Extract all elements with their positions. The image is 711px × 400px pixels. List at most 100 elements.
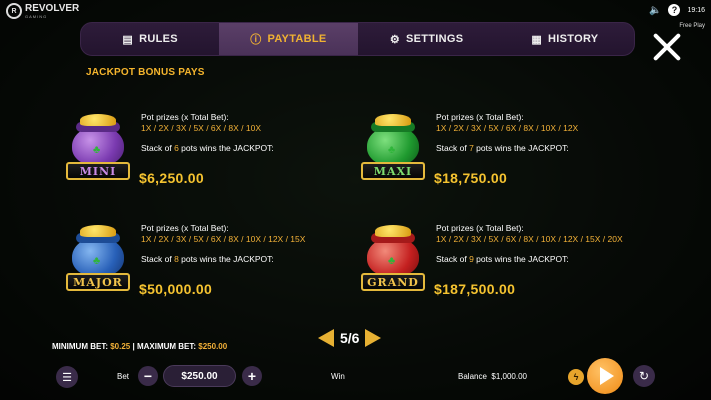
lightning-icon: ϟ: [573, 372, 579, 382]
gold-coins-icon: [80, 114, 116, 126]
jackpot-mini: ♣ MINI Pot prizes (x Total Bet): 1X / 2X…: [66, 112, 356, 202]
clover-icon: ♣: [388, 255, 396, 267]
pot-multipliers: 1X / 2X / 3X / 5X / 6X / 8X / 10X: [141, 123, 262, 133]
autoplay-icon: ↻: [638, 369, 650, 383]
tab-label: PAYTABLE: [267, 33, 327, 45]
pot-mini: ♣ MINI: [66, 112, 130, 182]
jackpot-badge: MAJOR: [66, 273, 130, 291]
free-play-label: Free Play: [679, 23, 705, 29]
tab-label: RULES: [139, 33, 178, 45]
jackpot-info: Pot prizes (x Total Bet): 1X / 2X / 3X /…: [436, 223, 656, 265]
jackpot-amount: $6,250.00: [139, 170, 204, 186]
sound-icon[interactable]: 🔈: [649, 5, 661, 16]
jackpot-info: Pot prizes (x Total Bet): 1X / 2X / 3X /…: [436, 112, 656, 154]
min-bet-label: MINIMUM BET:: [52, 342, 111, 351]
tab-settings[interactable]: ⚙ SETTINGS: [358, 23, 496, 55]
gold-coins-icon: [375, 114, 411, 126]
minus-icon: −: [143, 368, 153, 384]
stack-suffix: pots wins the JACKPOT:: [473, 254, 569, 264]
tab-label: HISTORY: [548, 33, 599, 45]
calendar-icon: ▦: [531, 33, 543, 46]
bottom-bar: ☰ Bet − $250.00 + Win Balance $1,000.00 …: [0, 358, 711, 400]
clover-icon: ♣: [388, 144, 396, 156]
pot-multipliers: 1X / 2X / 3X / 5X / 6X / 8X / 10X / 12X …: [141, 234, 306, 244]
max-bet-value: $250.00: [198, 342, 228, 351]
pot-prizes-label: Pot prizes (x Total Bet):: [141, 112, 229, 122]
status-bar: 🔈 ? 19:16: [649, 4, 705, 16]
limit-separator: |: [130, 342, 137, 351]
turbo-button[interactable]: ϟ: [568, 369, 584, 385]
jackpot-amount: $50,000.00: [139, 281, 213, 297]
stack-line: Stack of 6 pots wins the JACKPOT:: [141, 143, 361, 154]
help-icon[interactable]: ?: [668, 4, 681, 16]
min-bet-value: $0.25: [110, 342, 131, 351]
plus-icon: +: [247, 368, 257, 384]
pot-prizes-label: Pot prizes (x Total Bet):: [436, 112, 524, 122]
pot-multipliers: 1X / 2X / 3X / 5X / 6X / 8X / 10X / 12X: [436, 123, 579, 133]
gold-coins-icon: [80, 225, 116, 237]
jackpot-amount: $18,750.00: [434, 170, 508, 186]
jackpot-info: Pot prizes (x Total Bet): 1X / 2X / 3X /…: [141, 112, 361, 154]
next-page-arrow-icon[interactable]: [365, 329, 382, 347]
spin-button[interactable]: [587, 358, 623, 394]
hamburger-icon: ☰: [62, 371, 72, 384]
revolver-logo-icon: R: [6, 3, 22, 19]
clover-icon: ♣: [93, 144, 101, 156]
bet-label: Bet: [117, 372, 130, 381]
stack-prefix: Stack of: [436, 254, 470, 264]
win-label: Win: [331, 372, 345, 381]
jackpot-grand: ♣ GRAND Pot prizes (x Total Bet): 1X / 2…: [361, 223, 651, 313]
jackpot-badge: GRAND: [361, 273, 425, 291]
pot-multipliers: 1X / 2X / 3X / 5X / 6X / 8X / 10X / 12X …: [436, 234, 623, 244]
tab-bar: ▤ RULES ⓘ PAYTABLE ⚙ SETTINGS ▦ HISTORY: [80, 22, 635, 56]
pot-major: ♣ MAJOR: [66, 223, 130, 293]
tab-history[interactable]: ▦ HISTORY: [496, 23, 634, 55]
jackpot-badge: MINI: [66, 162, 130, 180]
prev-page-arrow-icon[interactable]: [318, 329, 334, 347]
stack-suffix: pots wins the JACKPOT:: [178, 143, 274, 153]
pot-maxi: ♣ MAXI: [361, 112, 425, 182]
balance-value: $1,000.00: [491, 372, 527, 381]
section-title: JACKPOT BONUS PAYS: [86, 67, 205, 78]
stack-line: Stack of 9 pots wins the JACKPOT:: [436, 254, 656, 265]
stack-suffix: pots wins the JACKPOT:: [178, 254, 274, 264]
clock-time: 19:16: [687, 6, 705, 14]
pot-grand: ♣ GRAND: [361, 223, 425, 293]
increase-bet-button[interactable]: +: [242, 366, 262, 386]
max-bet-label: MAXIMUM BET:: [136, 342, 199, 351]
brand-sub: GAMING: [25, 13, 48, 19]
stack-prefix: Stack of: [141, 254, 175, 264]
menu-button[interactable]: ☰: [56, 366, 78, 388]
close-icon[interactable]: [651, 31, 683, 63]
decrease-bet-button[interactable]: −: [138, 366, 158, 386]
gear-icon: ⚙: [389, 33, 400, 46]
autoplay-button[interactable]: ↻: [633, 365, 655, 387]
pot-prizes-label: Pot prizes (x Total Bet):: [141, 223, 229, 233]
balance-label: Balance: [458, 372, 487, 381]
page-indicator: 5/6: [340, 330, 360, 346]
tab-paytable[interactable]: ⓘ PAYTABLE: [219, 23, 358, 55]
tab-label: SETTINGS: [406, 33, 464, 45]
document-icon: ▤: [122, 33, 134, 46]
brand-name: REVOLVER: [25, 2, 80, 14]
stack-prefix: Stack of: [436, 143, 470, 153]
jackpot-info: Pot prizes (x Total Bet): 1X / 2X / 3X /…: [141, 223, 361, 265]
bet-value: $250.00: [163, 365, 236, 387]
jackpot-badge: MAXI: [361, 162, 425, 180]
page-navigator: 5/6: [318, 329, 382, 347]
jackpot-amount: $187,500.00: [434, 281, 516, 297]
jackpot-major: ♣ MAJOR Pot prizes (x Total Bet): 1X / 2…: [66, 223, 356, 313]
stack-prefix: Stack of: [141, 143, 175, 153]
brand-logo: R REVOLVER GAMING: [6, 3, 79, 19]
stack-suffix: pots wins the JACKPOT:: [473, 143, 569, 153]
tab-rules[interactable]: ▤ RULES: [81, 23, 219, 55]
pot-prizes-label: Pot prizes (x Total Bet):: [436, 223, 524, 233]
info-icon: ⓘ: [250, 34, 262, 46]
bet-limits: MINIMUM BET: $0.25 | MAXIMUM BET: $250.0…: [52, 342, 227, 351]
gold-coins-icon: [375, 225, 411, 237]
balance: Balance $1,000.00: [458, 372, 527, 381]
stack-line: Stack of 7 pots wins the JACKPOT:: [436, 143, 656, 154]
stack-line: Stack of 8 pots wins the JACKPOT:: [141, 254, 361, 265]
clover-icon: ♣: [93, 255, 101, 267]
play-icon: [600, 367, 614, 385]
